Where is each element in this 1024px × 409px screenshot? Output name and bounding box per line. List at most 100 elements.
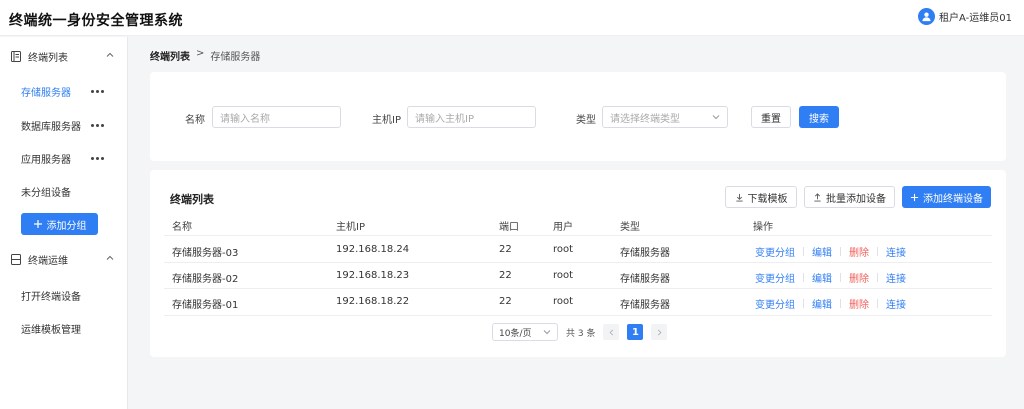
page-size-value: 10条/页	[499, 328, 532, 339]
breadcrumb-current: 存储服务器	[210, 52, 261, 63]
table-divider	[164, 288, 992, 289]
sidebar-item-open-terminal[interactable]: 打开终端设备	[0, 284, 128, 306]
cell-port: 22	[499, 296, 512, 307]
breadcrumb-separator: >	[196, 48, 205, 59]
cell-ip: 192.168.18.22	[336, 296, 410, 307]
name-input-placeholder: 请输入名称	[220, 113, 270, 125]
type-filter-label: 类型	[576, 115, 596, 126]
sidebar-item-app-servers[interactable]: 应用服务器	[0, 147, 128, 169]
add-group-button[interactable]: 添加分组	[21, 213, 98, 235]
table-divider	[164, 235, 992, 236]
server-icon	[11, 253, 21, 265]
delete-link[interactable]: 删除	[849, 270, 869, 285]
sidebar-group-label: 终端运维	[28, 255, 68, 267]
terminal-list-panel: 终端列表 下载模板 批量添加设备 添加终端设备 名称 主机IP 端口 用户 类型…	[150, 170, 1006, 357]
edit-link[interactable]: 编辑	[812, 270, 832, 285]
more-icon[interactable]	[91, 90, 104, 93]
top-bar: 终端统一身份安全管理系统 租户A-运维员01	[0, 0, 1024, 36]
user-menu[interactable]: 租户A-运维员01	[918, 8, 1012, 25]
download-template-label: 下载模板	[747, 193, 788, 205]
sidebar-group-terminal-ops[interactable]: 终端运维	[0, 249, 128, 269]
cell-ip: 192.168.18.23	[336, 270, 410, 281]
column-header-port: 端口	[499, 222, 519, 233]
chevron-down-icon	[712, 115, 720, 120]
column-header-name: 名称	[172, 222, 192, 233]
column-header-user: 用户	[553, 222, 573, 233]
sidebar-item-label: 打开终端设备	[21, 291, 81, 303]
reset-label: 重置	[761, 113, 781, 125]
download-template-button[interactable]: 下载模板	[725, 186, 797, 208]
add-group-label: 添加分组	[46, 220, 87, 232]
sidebar-item-label: 应用服务器	[21, 154, 71, 166]
type-select[interactable]: 请选择终端类型	[602, 106, 728, 128]
change-group-link[interactable]: 变更分组	[755, 270, 795, 285]
chevron-up-icon	[106, 52, 114, 57]
sidebar-item-ops-templates[interactable]: 运维模板管理	[0, 317, 128, 339]
ip-filter-label: 主机IP	[372, 115, 401, 126]
next-page-button[interactable]	[651, 324, 668, 340]
search-label: 搜索	[809, 113, 829, 125]
search-button[interactable]: 搜索	[799, 106, 839, 128]
sidebar-item-storage-servers[interactable]: 存储服务器	[0, 80, 128, 102]
chevron-left-icon	[609, 329, 614, 335]
cell-name: 存储服务器-03	[172, 248, 239, 259]
row-actions: 变更分组 编辑 删除 连接	[755, 244, 906, 259]
plus-icon	[910, 193, 919, 201]
page-size-select[interactable]: 10条/页	[492, 323, 558, 341]
sidebar-item-label: 运维模板管理	[21, 324, 81, 336]
chevron-right-icon	[657, 329, 662, 335]
ip-input-placeholder: 请输入主机IP	[415, 113, 474, 125]
reset-button[interactable]: 重置	[751, 106, 791, 128]
delete-link[interactable]: 删除	[849, 244, 869, 259]
page-button[interactable]: 1	[627, 324, 644, 340]
edit-link[interactable]: 编辑	[812, 296, 832, 311]
delete-link[interactable]: 删除	[849, 296, 869, 311]
breadcrumb: 终端列表 > 存储服务器	[150, 48, 260, 63]
connect-link[interactable]: 连接	[886, 244, 906, 259]
edit-link[interactable]: 编辑	[812, 244, 832, 259]
name-filter-label: 名称	[185, 115, 205, 126]
table-divider	[164, 262, 992, 263]
breadcrumb-root[interactable]: 终端列表	[150, 48, 190, 63]
chevron-up-icon	[106, 255, 114, 260]
chevron-down-icon	[543, 330, 551, 335]
change-group-link[interactable]: 变更分组	[755, 296, 795, 311]
connect-link[interactable]: 连接	[886, 296, 906, 311]
sidebar: 终端列表 存储服务器 数据库服务器 应用服务器 未分组设备 添加分组 终端运维 …	[0, 37, 128, 409]
user-name: 租户A-运维员01	[939, 13, 1012, 24]
prev-page-button[interactable]	[603, 324, 620, 340]
row-actions: 变更分组 编辑 删除 连接	[755, 270, 906, 285]
user-avatar-icon	[918, 8, 936, 25]
column-header-ip: 主机IP	[336, 222, 365, 233]
more-icon[interactable]	[91, 157, 104, 160]
cell-port: 22	[499, 270, 512, 281]
cell-type: 存储服务器	[620, 300, 670, 311]
list-icon	[11, 50, 21, 62]
table-divider	[164, 315, 992, 316]
cell-port: 22	[499, 244, 512, 255]
cell-name: 存储服务器-01	[172, 300, 239, 311]
download-icon	[735, 193, 743, 202]
search-panel: 名称 请输入名称 主机IP 请输入主机IP 类型 请选择终端类型 重置 搜索	[150, 72, 1006, 161]
batch-add-button[interactable]: 批量添加设备	[804, 186, 895, 208]
change-group-link[interactable]: 变更分组	[755, 244, 795, 259]
cell-ip: 192.168.18.24	[336, 244, 410, 255]
upload-icon	[814, 192, 821, 202]
pagination: 10条/页 共 3 条 1	[492, 323, 668, 341]
sidebar-item-ungrouped[interactable]: 未分组设备	[0, 180, 128, 202]
more-icon[interactable]	[91, 124, 104, 127]
add-terminal-button[interactable]: 添加终端设备	[902, 186, 991, 208]
sidebar-item-label: 数据库服务器	[21, 121, 81, 133]
cell-type: 存储服务器	[620, 248, 670, 259]
sidebar-item-database-servers[interactable]: 数据库服务器	[0, 114, 128, 136]
sidebar-group-terminal-list[interactable]: 终端列表	[0, 46, 128, 66]
plus-icon	[33, 220, 42, 228]
cell-name: 存储服务器-02	[172, 274, 239, 285]
sidebar-group-label: 终端列表	[28, 52, 68, 64]
cell-type: 存储服务器	[620, 274, 670, 285]
column-header-type: 类型	[620, 222, 640, 233]
ip-input[interactable]: 请输入主机IP	[407, 106, 536, 128]
cell-user: root	[553, 244, 574, 255]
connect-link[interactable]: 连接	[886, 270, 906, 285]
name-input[interactable]: 请输入名称	[212, 106, 341, 128]
